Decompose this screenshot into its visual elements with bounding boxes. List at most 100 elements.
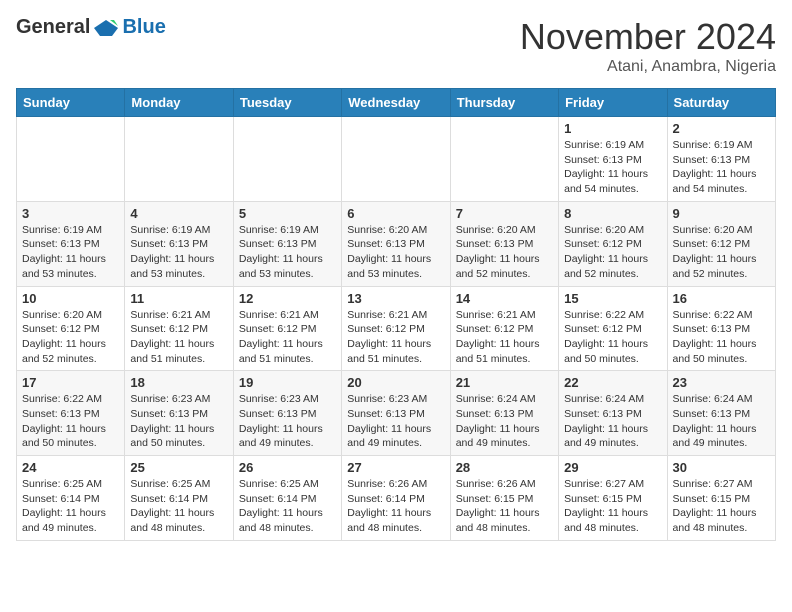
day-info: Sunrise: 6:21 AM Sunset: 6:12 PM Dayligh… [347,308,444,367]
day-number: 24 [22,460,119,475]
day-number: 5 [239,206,336,221]
day-info: Sunrise: 6:20 AM Sunset: 6:13 PM Dayligh… [456,223,553,282]
calendar-cell: 30Sunrise: 6:27 AM Sunset: 6:15 PM Dayli… [667,456,775,541]
calendar-week-row: 24 Sunrise: 6:25 AM Sunset: 6:14 PM Dayli… [17,456,776,541]
logo-icon [92,18,120,38]
calendar-cell [125,117,233,202]
calendar-cell: 13 Sunrise: 6:21 AM Sunset: 6:12 PM Dayli… [342,286,450,371]
day-number: 28 [456,460,553,475]
day-number: 11 [130,291,227,306]
day-info: Sunrise: 6:26 AM Sunset: 6:15 PM Dayligh… [456,477,553,536]
day-info: Sunrise: 6:19 AM Sunset: 6:13 PM Dayligh… [130,223,227,282]
weekday-header-sunday: Sunday [17,89,125,117]
day-number: 1 [564,121,661,136]
day-number: 25 [130,460,227,475]
day-info: Sunrise: 6:21 AM Sunset: 6:12 PM Dayligh… [456,308,553,367]
calendar-cell: 10 Sunrise: 6:20 AM Sunset: 6:12 PM Dayli… [17,286,125,371]
day-number: 15 [564,291,661,306]
calendar-cell: 5 Sunrise: 6:19 AM Sunset: 6:13 PM Daylig… [233,201,341,286]
day-number: 16 [673,291,770,306]
day-number: 22 [564,375,661,390]
location-text: Atani, Anambra, Nigeria [520,58,776,76]
calendar-cell: 2 Sunrise: 6:19 AM Sunset: 6:13 PM Daylig… [667,117,775,202]
calendar-cell [233,117,341,202]
day-number: 8 [564,206,661,221]
calendar-cell: 16 Sunrise: 6:22 AM Sunset: 6:13 PM Dayli… [667,286,775,371]
logo-general-text: General [16,16,90,39]
weekday-header-saturday: Saturday [667,89,775,117]
calendar-cell: 7 Sunrise: 6:20 AM Sunset: 6:13 PM Daylig… [450,201,558,286]
calendar-cell: 19 Sunrise: 6:23 AM Sunset: 6:13 PM Dayli… [233,371,341,456]
calendar-cell [17,117,125,202]
day-info: Sunrise: 6:19 AM Sunset: 6:13 PM Dayligh… [673,138,770,197]
calendar-table: SundayMondayTuesdayWednesdayThursdayFrid… [16,88,776,541]
month-title: November 2024 [520,16,776,58]
day-info: Sunrise: 6:22 AM Sunset: 6:13 PM Dayligh… [673,308,770,367]
day-number: 3 [22,206,119,221]
weekday-header-monday: Monday [125,89,233,117]
calendar-cell: 4 Sunrise: 6:19 AM Sunset: 6:13 PM Daylig… [125,201,233,286]
calendar-cell: 3 Sunrise: 6:19 AM Sunset: 6:13 PM Daylig… [17,201,125,286]
day-number: 21 [456,375,553,390]
weekday-header-row: SundayMondayTuesdayWednesdayThursdayFrid… [17,89,776,117]
calendar-week-row: 1 Sunrise: 6:19 AM Sunset: 6:13 PM Daylig… [17,117,776,202]
calendar-cell: 27 Sunrise: 6:26 AM Sunset: 6:14 PM Dayli… [342,456,450,541]
calendar-cell: 12Sunrise: 6:21 AM Sunset: 6:12 PM Dayli… [233,286,341,371]
day-info: Sunrise: 6:24 AM Sunset: 6:13 PM Dayligh… [673,392,770,451]
calendar-cell: 8 Sunrise: 6:20 AM Sunset: 6:12 PM Daylig… [559,201,667,286]
calendar-cell: 14 Sunrise: 6:21 AM Sunset: 6:12 PM Dayli… [450,286,558,371]
calendar-cell: 15 Sunrise: 6:22 AM Sunset: 6:12 PM Dayli… [559,286,667,371]
day-number: 19 [239,375,336,390]
calendar-cell: 17Sunrise: 6:22 AM Sunset: 6:13 PM Dayli… [17,371,125,456]
day-number: 7 [456,206,553,221]
title-block: November 2024 Atani, Anambra, Nigeria [520,16,776,76]
calendar-cell: 20 Sunrise: 6:23 AM Sunset: 6:13 PM Dayli… [342,371,450,456]
day-info: Sunrise: 6:24 AM Sunset: 6:13 PM Dayligh… [564,392,661,451]
calendar-cell: 11 Sunrise: 6:21 AM Sunset: 6:12 PM Dayli… [125,286,233,371]
calendar-cell: 21Sunrise: 6:24 AM Sunset: 6:13 PM Dayli… [450,371,558,456]
day-number: 9 [673,206,770,221]
calendar-week-row: 3 Sunrise: 6:19 AM Sunset: 6:13 PM Daylig… [17,201,776,286]
day-info: Sunrise: 6:25 AM Sunset: 6:14 PM Dayligh… [239,477,336,536]
day-info: Sunrise: 6:20 AM Sunset: 6:12 PM Dayligh… [673,223,770,282]
day-number: 2 [673,121,770,136]
day-info: Sunrise: 6:19 AM Sunset: 6:13 PM Dayligh… [564,138,661,197]
day-info: Sunrise: 6:25 AM Sunset: 6:14 PM Dayligh… [22,477,119,536]
day-number: 26 [239,460,336,475]
page-header: General Blue November 2024 Atani, Anambr… [16,16,776,76]
day-info: Sunrise: 6:20 AM Sunset: 6:12 PM Dayligh… [22,308,119,367]
logo: General Blue [16,16,166,39]
weekday-header-thursday: Thursday [450,89,558,117]
day-info: Sunrise: 6:22 AM Sunset: 6:12 PM Dayligh… [564,308,661,367]
day-number: 10 [22,291,119,306]
day-info: Sunrise: 6:20 AM Sunset: 6:13 PM Dayligh… [347,223,444,282]
day-info: Sunrise: 6:23 AM Sunset: 6:13 PM Dayligh… [347,392,444,451]
day-number: 13 [347,291,444,306]
calendar-cell: 22 Sunrise: 6:24 AM Sunset: 6:13 PM Dayli… [559,371,667,456]
day-number: 14 [456,291,553,306]
day-number: 6 [347,206,444,221]
calendar-cell [450,117,558,202]
day-info: Sunrise: 6:20 AM Sunset: 6:12 PM Dayligh… [564,223,661,282]
calendar-cell: 23Sunrise: 6:24 AM Sunset: 6:13 PM Dayli… [667,371,775,456]
day-number: 27 [347,460,444,475]
day-number: 4 [130,206,227,221]
calendar-cell: 28 Sunrise: 6:26 AM Sunset: 6:15 PM Dayli… [450,456,558,541]
calendar-cell: 9 Sunrise: 6:20 AM Sunset: 6:12 PM Daylig… [667,201,775,286]
day-info: Sunrise: 6:21 AM Sunset: 6:12 PM Dayligh… [130,308,227,367]
day-info: Sunrise: 6:25 AM Sunset: 6:14 PM Dayligh… [130,477,227,536]
day-info: Sunrise: 6:22 AM Sunset: 6:13 PM Dayligh… [22,392,119,451]
day-info: Sunrise: 6:19 AM Sunset: 6:13 PM Dayligh… [239,223,336,282]
day-info: Sunrise: 6:21 AM Sunset: 6:12 PM Dayligh… [239,308,336,367]
weekday-header-tuesday: Tuesday [233,89,341,117]
calendar-cell [342,117,450,202]
calendar-cell: 29Sunrise: 6:27 AM Sunset: 6:15 PM Dayli… [559,456,667,541]
day-info: Sunrise: 6:26 AM Sunset: 6:14 PM Dayligh… [347,477,444,536]
calendar-cell: 24 Sunrise: 6:25 AM Sunset: 6:14 PM Dayli… [17,456,125,541]
calendar-cell: 25 Sunrise: 6:25 AM Sunset: 6:14 PM Dayli… [125,456,233,541]
calendar-cell: 18Sunrise: 6:23 AM Sunset: 6:13 PM Dayli… [125,371,233,456]
day-number: 30 [673,460,770,475]
day-info: Sunrise: 6:23 AM Sunset: 6:13 PM Dayligh… [239,392,336,451]
day-number: 20 [347,375,444,390]
day-info: Sunrise: 6:19 AM Sunset: 6:13 PM Dayligh… [22,223,119,282]
